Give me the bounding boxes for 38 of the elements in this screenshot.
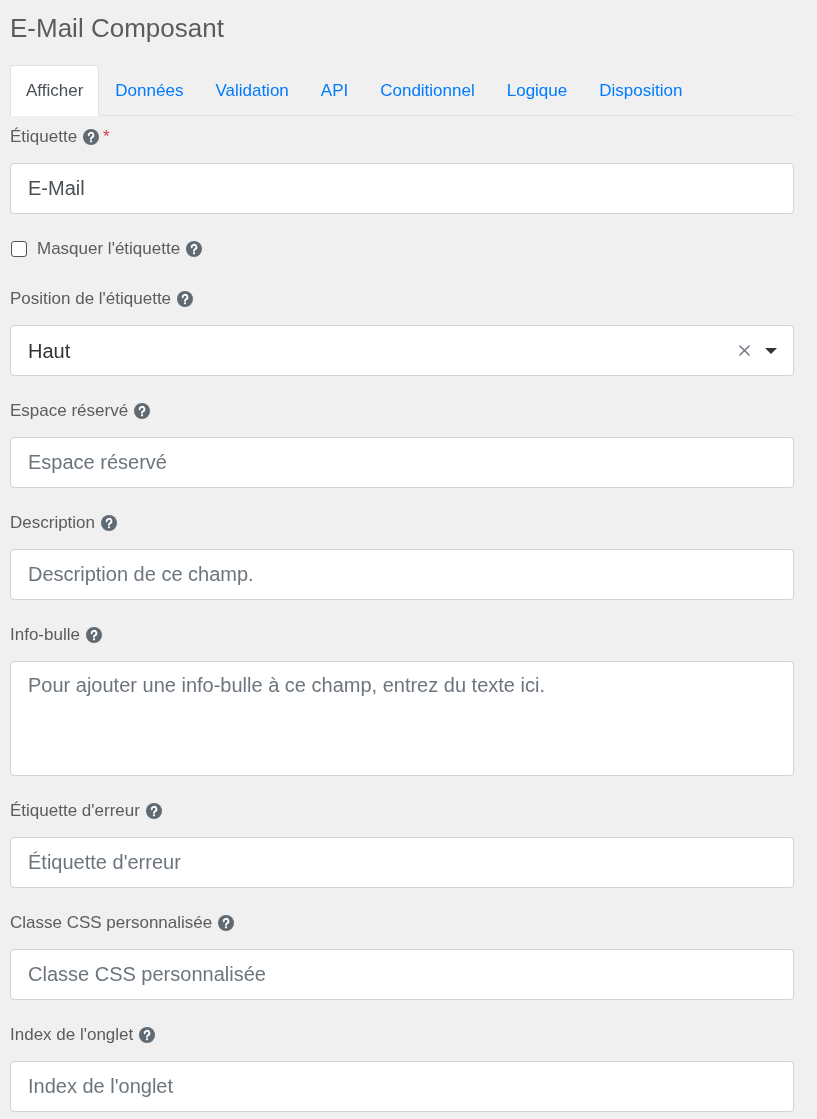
text-field[interactable]: Description de ce champ. bbox=[10, 549, 794, 600]
tab[interactable]: Disposition bbox=[583, 65, 699, 116]
cross-icon[interactable] bbox=[739, 345, 750, 356]
help-icon bbox=[139, 1027, 156, 1043]
text-field[interactable]: Index de l'onglet bbox=[10, 1061, 794, 1112]
panel-title: E-Mail Composant bbox=[10, 12, 224, 45]
field-label: Position de l'étiquette bbox=[10, 288, 172, 311]
field-label: Index de l'onglet bbox=[10, 1024, 134, 1047]
field-label: Description bbox=[10, 512, 96, 535]
select-field[interactable]: Haut bbox=[10, 325, 794, 376]
tab[interactable]: Conditionnel bbox=[364, 65, 491, 116]
help-icon bbox=[83, 129, 100, 145]
help-icon bbox=[85, 627, 102, 643]
tab[interactable]: Données bbox=[99, 65, 200, 116]
help-icon bbox=[101, 515, 118, 531]
text-field[interactable]: E-Mail bbox=[10, 163, 794, 214]
help-icon bbox=[218, 915, 235, 931]
tab[interactable]: Validation bbox=[199, 65, 305, 116]
field-label: Étiquette d'erreur bbox=[10, 800, 140, 823]
help-icon bbox=[177, 291, 194, 307]
text-field[interactable]: Étiquette d'erreur bbox=[10, 837, 794, 888]
tab[interactable]: API bbox=[304, 65, 365, 116]
help-icon bbox=[145, 803, 162, 819]
field-label: Étiquette bbox=[10, 126, 78, 149]
caret-icon bbox=[765, 347, 777, 354]
textarea-field[interactable]: Pour ajouter une info-bulle à ce champ, entrez du texte ici. bbox=[10, 661, 794, 776]
text-field[interactable]: Espace réservé bbox=[10, 437, 794, 488]
tab[interactable]: Logique bbox=[490, 65, 584, 116]
field-label: Classe CSS personnalisée bbox=[10, 912, 213, 935]
help-icon bbox=[186, 241, 203, 257]
tab[interactable]: Afficher bbox=[10, 65, 100, 116]
checkbox[interactable] bbox=[11, 241, 27, 257]
field-label: Info-bulle bbox=[10, 624, 80, 647]
checkbox-label: Masquer l'étiquette bbox=[37, 238, 181, 261]
help-icon bbox=[134, 403, 151, 419]
text-field[interactable]: Classe CSS personnalisée bbox=[10, 949, 794, 1000]
field-label: Espace réservé bbox=[10, 400, 129, 423]
required-mark: * bbox=[103, 126, 110, 149]
